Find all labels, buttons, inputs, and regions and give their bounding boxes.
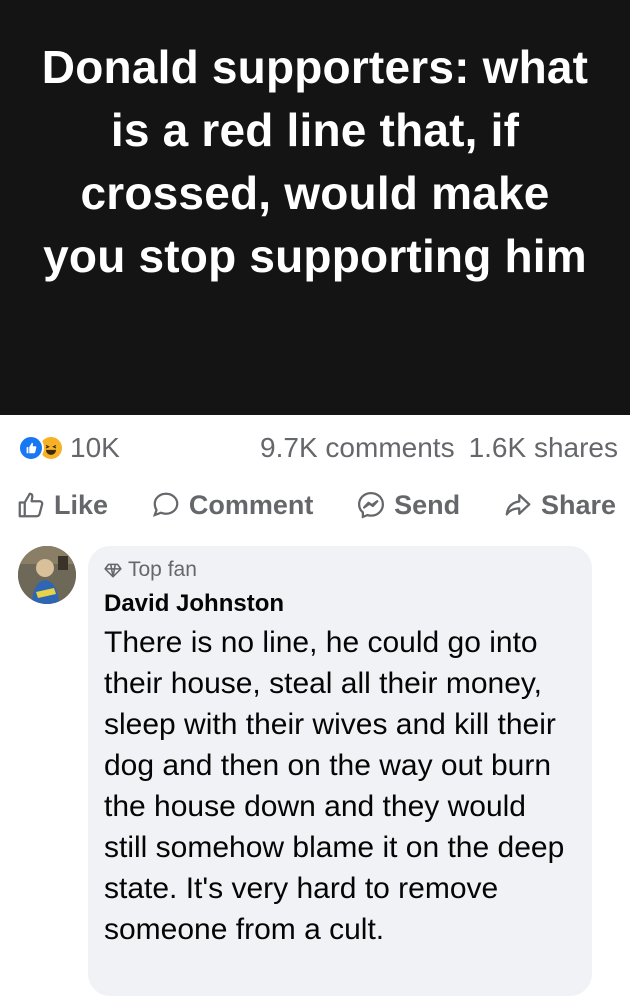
post-actions: Like Comment Send Share [16, 482, 616, 528]
like-button[interactable]: Like [16, 490, 108, 521]
share-icon [505, 493, 531, 516]
post-title: Donald supporters: what is a red line th… [41, 41, 589, 282]
comment-author[interactable]: David Johnston [104, 590, 576, 618]
share-button[interactable]: Share [503, 490, 616, 521]
comment-icon [152, 492, 179, 517]
top-fan-badge: Top fan [104, 558, 576, 582]
shares-count[interactable]: 1.6K shares [469, 432, 618, 464]
comments-count[interactable]: 9.7K comments [260, 432, 455, 464]
like-icon [18, 435, 44, 461]
share-label: Share [540, 489, 616, 520]
send-label: Send [394, 489, 461, 520]
comment-label: Comment [188, 489, 314, 520]
top-fan-label: Top fan [128, 558, 197, 581]
post-stats: 10K 9.7K comments 1.6K shares [18, 428, 618, 468]
like-label: Like [54, 489, 109, 520]
messenger-icon [358, 491, 385, 519]
comment-bubble[interactable]: Top fan David Johnston There is no line,… [88, 546, 592, 996]
reaction-count: 10K [70, 432, 120, 463]
post-header: Donald supporters: what is a red line th… [0, 0, 630, 415]
thumbs-up-icon [18, 492, 44, 518]
reactions[interactable]: 10K [18, 432, 120, 464]
comment-button[interactable]: Comment [151, 489, 314, 521]
comment-text: There is no line, he could go into their… [104, 626, 565, 946]
avatar-image [18, 546, 76, 604]
send-button[interactable]: Send [356, 490, 460, 521]
avatar[interactable] [18, 546, 76, 604]
diamond-icon [104, 563, 122, 578]
